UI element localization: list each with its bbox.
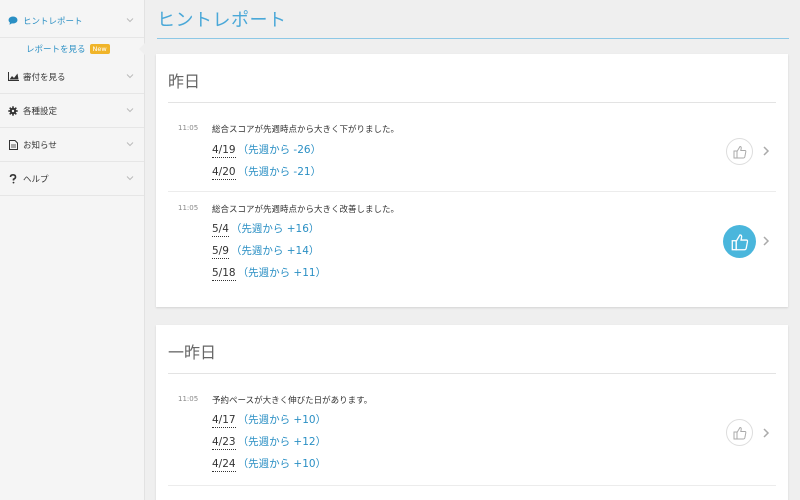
sidebar-item-hint-report[interactable]: ヒントレポート — [0, 4, 144, 38]
sidebar-item-news[interactable]: お知らせ — [0, 128, 144, 162]
sidebar-subitem-view-report[interactable]: レポートを見る New — [0, 38, 145, 60]
section-card-yesterday: 昨日 11:05 総合スコアが先週時点から大きく下がりました。 4/19 （先週… — [156, 54, 788, 307]
chevron-right-icon[interactable] — [762, 428, 770, 438]
entry-change: （先週から +11） — [237, 267, 327, 279]
chevron-down-icon — [126, 142, 134, 147]
thumbs-up-icon — [733, 426, 746, 439]
sidebar-item-label: ヒントレポート — [23, 16, 83, 27]
entry-date[interactable]: 4/23 — [212, 436, 236, 450]
entry-change: （先週から +12） — [237, 436, 327, 448]
thumbs-up-icon — [733, 145, 746, 158]
entry-change: （先週から +16） — [230, 223, 320, 235]
entry-time: 11:05 — [178, 124, 199, 132]
entry-date[interactable]: 4/24 — [212, 458, 236, 472]
entry-message: 総合スコアが先週時点から大きく下がりました。 — [212, 125, 400, 135]
entry-change: （先週から +10） — [237, 458, 327, 470]
chevron-right-icon[interactable] — [762, 146, 770, 156]
entry-date[interactable]: 5/9 — [212, 245, 229, 259]
title-divider — [157, 38, 789, 39]
entry-date[interactable]: 4/17 — [212, 414, 236, 428]
entry-change: （先週から +10） — [237, 414, 327, 426]
sidebar-item-label: 各種設定 — [23, 106, 58, 117]
like-button[interactable] — [726, 419, 753, 446]
active-pointer — [139, 43, 145, 55]
entry-row: 4/17 （先週から +10） — [212, 412, 327, 428]
chevron-down-icon — [126, 18, 134, 23]
document-icon — [7, 139, 19, 150]
sidebar-item-label: お知らせ — [23, 140, 57, 151]
thumbs-up-icon — [731, 233, 748, 250]
entry-date[interactable]: 5/18 — [212, 267, 236, 281]
section-card-day-before: 一昨日 11:05 予約ペースが大きく伸びた日があります。 4/17 （先週から… — [156, 325, 788, 500]
entry-message: 予約ペースが大きく伸びた日があります。 — [212, 396, 373, 406]
sidebar-item-help[interactable]: ヘルプ — [0, 162, 144, 196]
entry-message: 総合スコアが先週時点から大きく改善しました。 — [212, 205, 400, 215]
like-button[interactable] — [726, 138, 753, 165]
like-button-active[interactable] — [723, 225, 756, 258]
entry-time: 11:05 — [178, 395, 199, 403]
sidebar-item-chart[interactable]: 審付を見る — [0, 60, 144, 94]
chevron-down-icon — [126, 74, 134, 79]
entry-date[interactable]: 4/19 — [212, 144, 236, 158]
entry-change: （先週から -26） — [237, 144, 322, 156]
sidebar-item-label: ヘルプ — [23, 174, 49, 185]
question-icon — [7, 173, 19, 184]
chevron-right-icon[interactable] — [762, 236, 770, 246]
section-title: 昨日 — [168, 72, 201, 91]
entry-date[interactable]: 5/4 — [212, 223, 229, 237]
new-badge: New — [89, 43, 110, 55]
gear-icon — [7, 105, 19, 116]
section-divider — [168, 373, 776, 374]
entry-row: 5/9 （先週から +14） — [212, 243, 320, 259]
entry-date[interactable]: 4/20 — [212, 166, 236, 180]
entry-row: 5/4 （先週から +16） — [212, 221, 320, 237]
speech-bubble-icon — [7, 16, 19, 26]
entry-row: 4/19 （先週から -26） — [212, 142, 322, 158]
entry-time: 11:05 — [178, 204, 199, 212]
sidebar-item-settings[interactable]: 各種設定 — [0, 94, 144, 128]
entry-divider — [168, 191, 776, 192]
chevron-down-icon — [126, 108, 134, 113]
entry-row: 5/18 （先週から +11） — [212, 265, 327, 281]
sidebar: ヒントレポート レポートを見る New 審付を見る 各種設定 お知らせ ヘルプ — [0, 0, 145, 500]
sidebar-item-label: 審付を見る — [23, 72, 66, 83]
chart-icon — [7, 72, 19, 82]
entry-divider — [168, 485, 776, 486]
entry-row: 4/24 （先週から +10） — [212, 456, 327, 472]
entry-change: （先週から -21） — [237, 166, 322, 178]
chevron-down-icon — [126, 176, 134, 181]
entry-row: 4/20 （先週から -21） — [212, 164, 322, 180]
entry-change: （先週から +14） — [230, 245, 320, 257]
section-divider — [168, 102, 776, 103]
sidebar-subitem-label: レポートを見る — [26, 45, 86, 55]
page-title: ヒントレポート — [157, 10, 287, 31]
section-title: 一昨日 — [168, 343, 217, 362]
entry-row: 4/23 （先週から +12） — [212, 434, 327, 450]
